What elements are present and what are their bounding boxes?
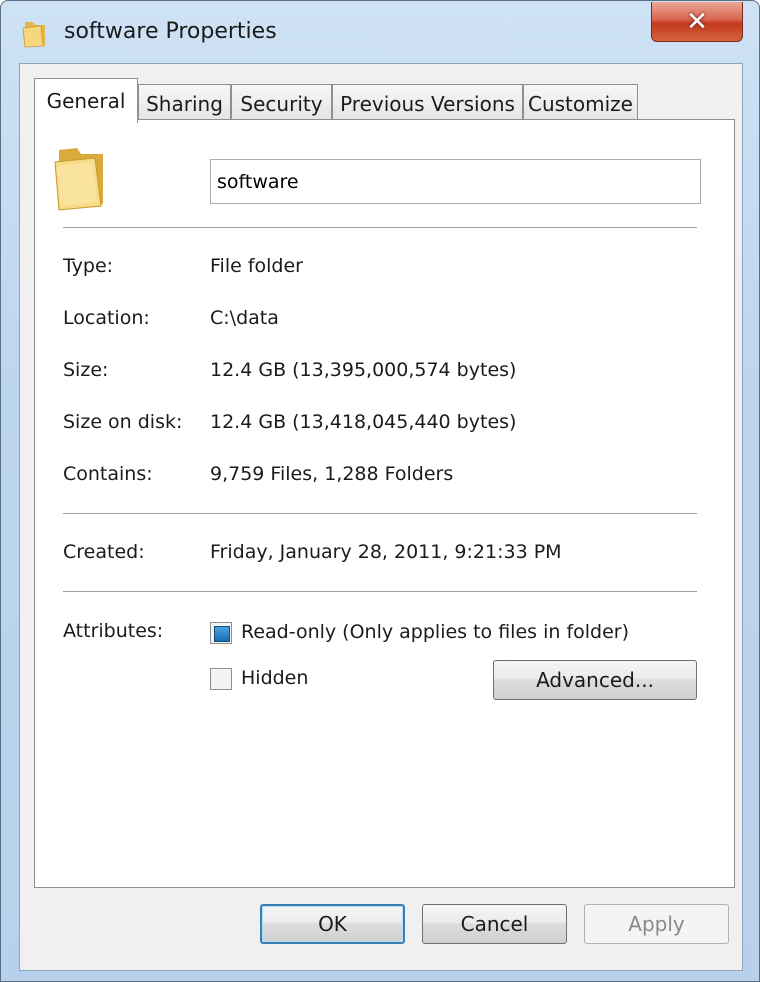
readonly-checkbox[interactable] [210,622,232,644]
contains-label: Contains: [63,463,153,485]
attributes-label: Attributes: [63,620,164,642]
advanced-button[interactable]: Advanced... [493,660,697,700]
location-label: Location: [63,307,150,329]
readonly-checkbox-label[interactable]: Read-only (Only applies to files in fold… [241,621,629,643]
created-value: Friday, January 28, 2011, 9:21:33 PM [210,541,562,563]
size-on-disk-value: 12.4 GB (13,418,045,440 bytes) [210,411,517,433]
size-value: 12.4 GB (13,395,000,574 bytes) [210,359,517,381]
location-value: C:\data [210,307,279,329]
general-tab-panel: Type: File folder Location: C:\data Size… [34,119,735,888]
apply-button[interactable]: Apply [584,904,729,944]
created-label: Created: [63,541,145,563]
size-on-disk-label: Size on disk: [63,411,183,433]
contains-value: 9,759 Files, 1,288 Folders [210,463,454,485]
tab-security[interactable]: Security [231,84,332,122]
tab-customize[interactable]: Customize [523,84,638,122]
ok-button[interactable]: OK [260,904,405,944]
hidden-checkbox-label[interactable]: Hidden [241,667,308,689]
folder-icon [54,148,103,211]
hidden-checkbox[interactable] [210,668,232,690]
tab-general[interactable]: General [34,78,138,123]
folder-icon [22,22,45,48]
tab-strip: General Sharing Security Previous Versio… [34,78,734,123]
separator [63,591,697,593]
type-value: File folder [210,255,303,277]
close-icon: ✕ [686,6,708,37]
separator [63,227,697,229]
type-label: Type: [63,255,114,277]
folder-name-input[interactable] [210,159,701,204]
tab-sharing[interactable]: Sharing [138,84,231,122]
cancel-button[interactable]: Cancel [422,904,567,944]
properties-window: software Properties ✕ General Sharing Se… [0,0,760,982]
separator [63,513,697,515]
window-title: software Properties [64,19,277,44]
dialog-body: General Sharing Security Previous Versio… [19,63,743,971]
tab-previous-versions[interactable]: Previous Versions [332,84,523,122]
title-bar[interactable]: software Properties ✕ [1,1,759,63]
close-button[interactable]: ✕ [651,2,743,42]
size-label: Size: [63,359,109,381]
